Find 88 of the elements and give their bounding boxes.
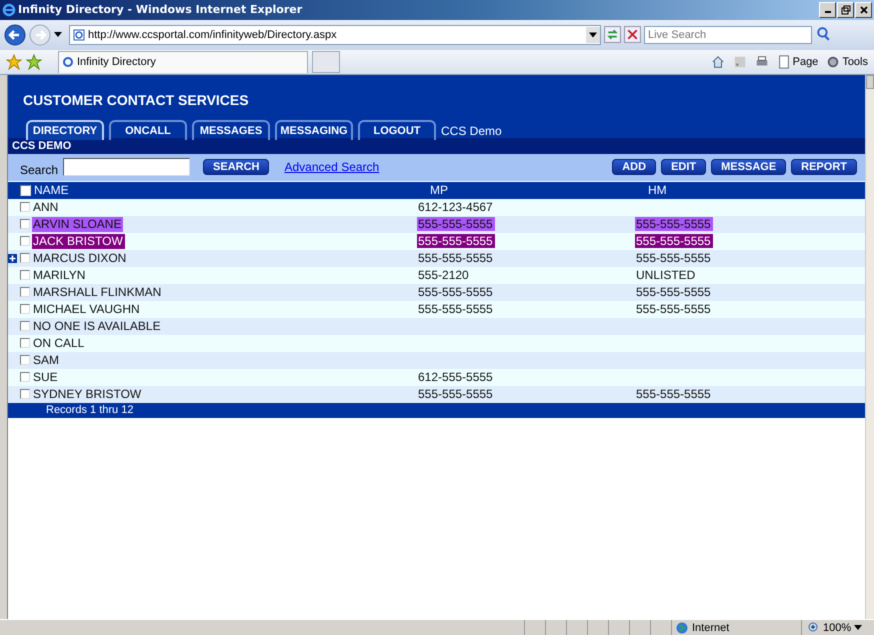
restore-button[interactable]: [837, 2, 854, 18]
select-all-checkbox[interactable]: [20, 184, 31, 196]
row-checkbox[interactable]: [20, 372, 30, 382]
column-header: HM: [648, 183, 667, 198]
table-cell-text: UNLISTED: [635, 268, 696, 282]
table-cell-text: 555-555-5555: [417, 302, 494, 316]
table-cell-text: 555-555-5555: [635, 250, 712, 265]
browser-tab[interactable]: Infinity Directory: [58, 50, 308, 73]
zoom-icon: [808, 622, 820, 634]
row-checkbox[interactable]: [20, 270, 30, 280]
page-menu[interactable]: Page: [776, 54, 818, 69]
restore-icon: [840, 4, 850, 15]
table-cell: 555-555-5555: [635, 234, 713, 248]
address-field[interactable]: http://www.ccsportal.com/infinityweb/Directory.aspx: [69, 24, 601, 45]
minimize-icon: [824, 11, 830, 14]
scrollbar[interactable]: [865, 74, 874, 620]
table-cell-text: 555-555-5555: [635, 386, 712, 401]
contact-name: SAM: [32, 352, 60, 368]
dropdown-icon: [854, 625, 862, 630]
table-cell-text: 555-555-5555: [635, 284, 712, 299]
app-title: CUSTOMER CONTACT SERVICES: [23, 92, 250, 110]
account-name: CCS DEMO: [12, 140, 72, 152]
row-checkbox[interactable]: [20, 236, 30, 246]
table-cell: 555-555-5555: [417, 216, 495, 231]
action-button[interactable]: MESSAGE: [711, 159, 786, 176]
home-icon[interactable]: [710, 54, 725, 69]
records-count: Records 1 thru 12: [46, 404, 134, 416]
table-cell: 555-555-5555: [417, 234, 495, 248]
search-label: Search: [20, 162, 58, 177]
row-checkbox[interactable]: [20, 338, 30, 348]
row-checkbox[interactable]: [20, 219, 30, 230]
column-header: MP: [430, 183, 448, 198]
zoom-control[interactable]: 100%: [801, 620, 874, 635]
action-button[interactable]: ADD: [612, 159, 656, 176]
table-cell-text: 555-555-5555: [417, 250, 494, 265]
dropdown-icon[interactable]: [586, 26, 600, 43]
column-header: NAME: [34, 183, 69, 198]
contact-name: ANN: [32, 200, 60, 215]
contact-name: JACK BRISTOW: [32, 234, 125, 249]
search-input[interactable]: [63, 158, 190, 176]
contact-name: ARVIN SLOANE: [32, 216, 124, 232]
contact-name: SYDNEY BRISTOW: [32, 386, 142, 402]
search-icon[interactable]: [815, 26, 832, 44]
table-cell-text: 555-555-5555: [417, 284, 494, 299]
row-checkbox[interactable]: [20, 355, 30, 366]
contact-name: ON CALL: [32, 336, 86, 351]
browser-logo-icon: [2, 2, 16, 17]
contact-name: MARSHALL FLINKMAN: [32, 284, 162, 300]
browser-logo-icon: [62, 56, 74, 68]
contact-name: MICHAEL VAUGHN: [32, 302, 141, 317]
search-field[interactable]: Live Search: [644, 26, 812, 44]
table-cell-text: 612-555-5555: [417, 370, 494, 384]
back-button[interactable]: [4, 24, 26, 46]
add-favorite-icon[interactable]: [26, 54, 42, 70]
table-cell: 555-555-5555: [635, 216, 713, 231]
globe-icon: [676, 622, 688, 634]
row-checkbox[interactable]: [20, 202, 30, 212]
minimize-button[interactable]: [819, 2, 836, 18]
close-button[interactable]: [855, 2, 872, 18]
advanced-search-link[interactable]: Advanced Search: [284, 160, 380, 174]
expand-icon[interactable]: [8, 254, 17, 263]
table-cell-text: 555-555-5555: [635, 302, 712, 316]
row-checkbox[interactable]: [20, 389, 30, 400]
contact-name: MARCUS DIXON: [32, 250, 128, 266]
row-checkbox[interactable]: [20, 253, 30, 264]
window-title: Infinity Directory - Windows Internet Explorer: [18, 3, 302, 16]
action-button[interactable]: EDIT: [661, 159, 706, 176]
close-icon: [858, 4, 868, 15]
favorites-star-icon[interactable]: [6, 54, 22, 70]
nav-tab[interactable]: DIRECTORY: [26, 120, 104, 140]
security-zone: Internet: [671, 620, 801, 635]
table-cell-text: 555-555-5555: [417, 386, 494, 401]
contact-name: SUE: [32, 370, 59, 385]
table-cell-text: 555-2120: [417, 268, 470, 282]
row-checkbox[interactable]: [20, 321, 30, 332]
tools-menu[interactable]: Tools: [826, 54, 868, 69]
page-icon: [73, 28, 85, 41]
contact-name: NO ONE IS AVAILABLE: [32, 318, 162, 334]
user-label: CCS Demo: [441, 124, 502, 140]
contact-name: MARILYN: [32, 268, 86, 283]
page-icon: [776, 54, 791, 69]
dropdown-icon[interactable]: [54, 32, 62, 38]
search-button[interactable]: SEARCH: [203, 159, 270, 176]
table-cell-text: 612-123-4567: [417, 200, 494, 214]
row-checkbox[interactable]: [20, 287, 30, 298]
action-button[interactable]: REPORT: [791, 159, 857, 176]
stop-button[interactable]: [624, 26, 641, 44]
row-checkbox[interactable]: [20, 304, 30, 314]
